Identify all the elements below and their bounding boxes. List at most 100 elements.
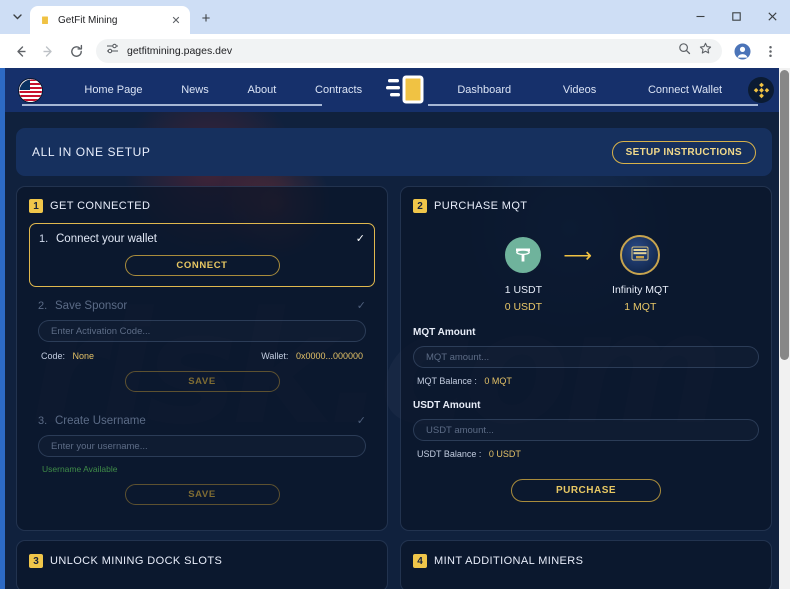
profile-avatar-icon[interactable]	[729, 38, 755, 64]
mqt-balance-value: 0 MQT	[484, 376, 512, 386]
step-number: 2.	[38, 300, 48, 312]
nav-link-contracts[interactable]: Contracts	[315, 84, 362, 96]
step-number-badge: 4	[413, 554, 427, 568]
maximize-button[interactable]	[718, 0, 754, 32]
address-bar[interactable]: getfitmining.pages.dev	[96, 39, 722, 63]
sponsor-meta-row: Code: None Wallet: 0x0000...000000	[38, 351, 366, 361]
wallet-field: Wallet: 0x0000...000000	[261, 351, 363, 361]
minimize-button[interactable]	[682, 0, 718, 32]
url-text: getfitmining.pages.dev	[127, 45, 233, 57]
card-title: GET CONNECTED	[50, 200, 151, 212]
page-scrollbar[interactable]	[779, 68, 790, 589]
mqt-balance-label: MQT Balance :	[417, 376, 477, 386]
step-create-username: 3. Create Username ✓ Username Available …	[29, 406, 375, 515]
usdt-swap-balance: 0 USDT	[504, 301, 543, 313]
zoom-search-icon[interactable]	[678, 42, 691, 60]
setup-instructions-button[interactable]: SETUP INSTRUCTIONS	[611, 140, 756, 164]
usdt-balance-label: USDT Balance :	[417, 449, 482, 459]
card-title: MINT ADDITIONAL MINERS	[434, 555, 584, 567]
banner-title: ALL IN ONE SETUP	[32, 145, 151, 159]
token-swap-display: 1 USDT 0 USDT ⟶ Infinity MQT 1 MQT	[413, 235, 759, 313]
activation-code-input[interactable]	[38, 320, 366, 342]
forward-button[interactable]	[35, 38, 61, 64]
step-number-badge: 2	[413, 199, 427, 213]
nav-link-dashboard[interactable]: Dashboard	[457, 84, 511, 96]
card-header: 1 GET CONNECTED	[29, 199, 375, 213]
tab-title: GetFit Mining	[58, 14, 118, 26]
arrow-right-icon: ⟶	[563, 244, 593, 267]
nav-links-right: Dashboard Videos Connect Wallet	[432, 84, 749, 96]
purchase-button[interactable]: PURCHASE	[511, 479, 661, 502]
usdt-rate: 1 USDT	[504, 284, 543, 296]
bookmark-star-icon[interactable]	[699, 42, 712, 60]
nav-link-connect-wallet[interactable]: Connect Wallet	[648, 84, 722, 96]
nav-link-news[interactable]: News	[181, 84, 209, 96]
card-title: PURCHASE MQT	[434, 200, 528, 212]
save-sponsor-button[interactable]: SAVE	[124, 371, 280, 392]
step-header: 1. Connect your wallet ✓	[39, 232, 365, 245]
check-icon: ✓	[356, 415, 366, 427]
browser-window: GetFit Mining ✕ + getfitmining.pages.dev…	[0, 0, 790, 589]
setup-cards-row: 1 GET CONNECTED 1. Connect your wallet ✓…	[16, 186, 772, 531]
back-button[interactable]	[7, 38, 33, 64]
card-title: UNLOCK MINING DOCK SLOTS	[50, 555, 223, 567]
scrollbar-thumb[interactable]	[780, 70, 789, 360]
step-save-sponsor: 2. Save Sponsor ✓ Code: None Wallet:	[29, 291, 375, 402]
binance-bnb-icon[interactable]	[748, 77, 774, 103]
mqt-amount-label: MQT Amount	[413, 327, 476, 338]
page-viewport: risk.com	[0, 68, 790, 589]
card-header: 4 MINT ADDITIONAL MINERS	[413, 554, 759, 568]
nav-link-about[interactable]: About	[248, 84, 277, 96]
nav-links-left: Home Page News About Contracts	[65, 84, 382, 96]
username-availability-text: Username Available	[42, 464, 118, 474]
usdt-amount-input[interactable]	[413, 419, 759, 441]
wallet-label: Wallet:	[261, 351, 289, 361]
usdt-balance-row: USDT Balance : 0 USDT	[413, 449, 759, 459]
code-label: Code:	[41, 351, 66, 361]
setup-cards-row-bottom: 3 UNLOCK MINING DOCK SLOTS 4 MINT ADDITI…	[16, 540, 772, 589]
site-logo[interactable]	[382, 73, 432, 107]
step-label: Connect your wallet	[56, 233, 157, 245]
card-get-connected: 1 GET CONNECTED 1. Connect your wallet ✓…	[16, 186, 388, 531]
step-label: Create Username	[55, 415, 146, 427]
nav-link-home-page[interactable]: Home Page	[84, 84, 142, 96]
browser-toolbar: getfitmining.pages.dev	[0, 34, 790, 68]
page-left-edge	[0, 68, 5, 589]
card-header: 2 PURCHASE MQT	[413, 199, 759, 213]
usdt-token-column: 1 USDT 0 USDT	[503, 235, 544, 313]
nav-divider-right	[428, 104, 758, 106]
username-input[interactable]	[38, 435, 366, 457]
reload-button[interactable]	[63, 38, 89, 64]
new-tab-button[interactable]: +	[193, 5, 219, 31]
browser-tab[interactable]: GetFit Mining ✕	[30, 6, 190, 34]
card-mint-additional-miners: 4 MINT ADDITIONAL MINERS	[400, 540, 772, 589]
mqt-amount-input[interactable]	[413, 346, 759, 368]
tab-close-icon[interactable]: ✕	[169, 14, 183, 27]
tab-list-chevron-icon[interactable]	[4, 3, 30, 31]
code-field: Code: None	[41, 351, 94, 361]
card-purchase-mqt: 2 PURCHASE MQT 1 USDT 0 USDT ⟶ Infinity …	[400, 186, 772, 531]
step-connect-wallet: 1. Connect your wallet ✓ CONNECT	[29, 223, 375, 287]
getfit-favicon-icon	[37, 13, 51, 27]
card-header: 3 UNLOCK MINING DOCK SLOTS	[29, 554, 375, 568]
window-controls	[682, 0, 790, 32]
check-icon: ✓	[356, 300, 366, 312]
wallet-value: 0x0000...000000	[295, 351, 363, 361]
nav-link-videos[interactable]: Videos	[563, 84, 596, 96]
step-header: 3. Create Username ✓	[38, 414, 366, 427]
usdt-amount-label: USDT Amount	[413, 400, 481, 411]
site-info-tune-icon[interactable]	[106, 42, 119, 60]
step-number: 3.	[38, 415, 48, 427]
connect-button[interactable]: CONNECT	[124, 255, 280, 276]
browser-menu-kebab-icon[interactable]	[757, 38, 783, 64]
usdt-token-icon	[503, 235, 544, 275]
step-label: Save Sponsor	[55, 300, 128, 312]
usdt-balance-value: 0 USDT	[488, 449, 521, 459]
step-header: 2. Save Sponsor ✓	[38, 299, 366, 312]
save-username-button[interactable]: SAVE	[124, 484, 280, 505]
card-unlock-mining-dock-slots: 3 UNLOCK MINING DOCK SLOTS	[16, 540, 388, 589]
code-value: None	[72, 351, 95, 361]
mqt-token-icon	[620, 235, 661, 275]
close-window-button[interactable]	[754, 0, 790, 32]
us-flag-icon[interactable]	[18, 77, 43, 103]
